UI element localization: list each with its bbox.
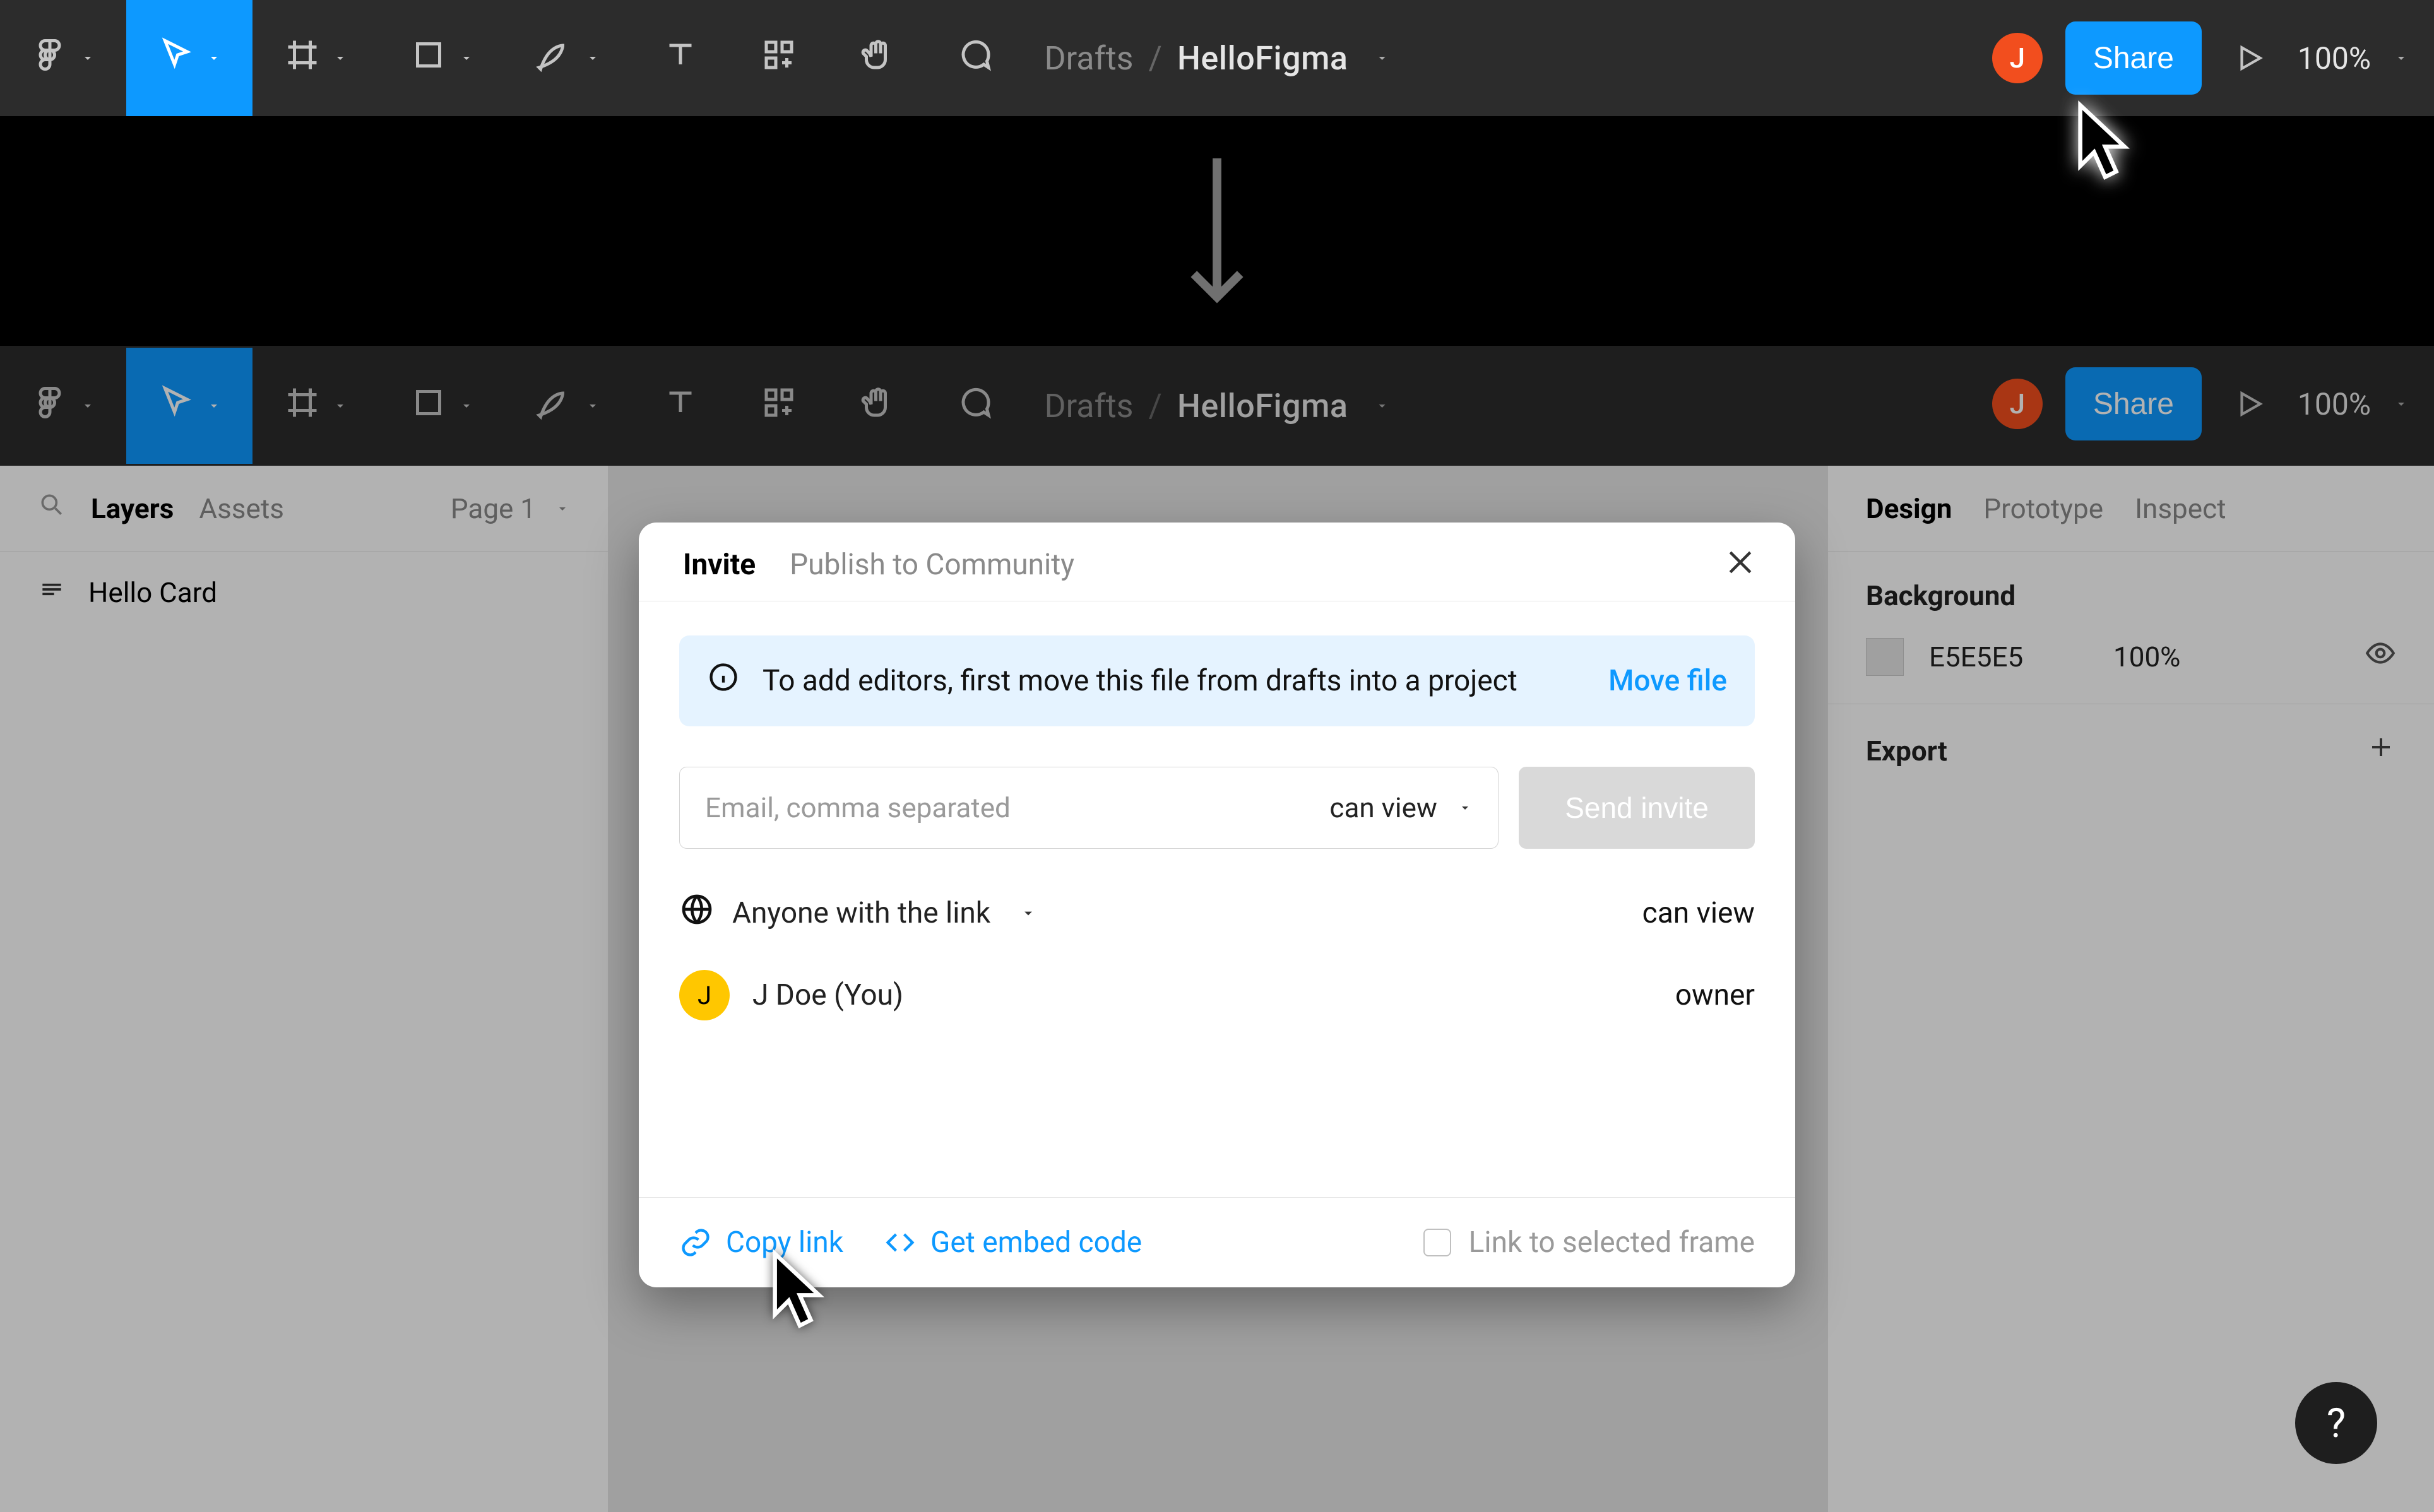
pen-tool[interactable] bbox=[505, 0, 631, 116]
transition-arrow-icon bbox=[1182, 145, 1252, 324]
topbar-upper: Drafts / HelloFigma J Share 100% bbox=[0, 0, 2434, 116]
breadcrumb[interactable]: Drafts / HelloFigma bbox=[1045, 39, 1390, 78]
link-icon bbox=[679, 1226, 712, 1259]
copy-link-button[interactable]: Copy link bbox=[679, 1226, 843, 1260]
comment-tool[interactable] bbox=[927, 0, 1025, 116]
avatar[interactable]: J bbox=[1992, 33, 2043, 83]
zoom-value: 100% bbox=[2298, 40, 2371, 76]
modal-body: To add editors, first move this file fro… bbox=[639, 601, 1795, 1197]
menu-button[interactable] bbox=[0, 0, 126, 116]
chevron-down-icon bbox=[585, 50, 600, 66]
tab-invite[interactable]: Invite bbox=[683, 548, 756, 582]
square-icon bbox=[410, 36, 448, 81]
share-modal: Invite Publish to Community To add edito… bbox=[639, 523, 1795, 1287]
resources-tool[interactable] bbox=[730, 0, 828, 116]
chevron-down-icon bbox=[206, 50, 222, 66]
user-name: J Doe (You) bbox=[752, 978, 903, 1012]
topbar-right: J Share 100% bbox=[1992, 0, 2409, 116]
info-banner: To add editors, first move this file fro… bbox=[679, 635, 1755, 726]
resources-icon bbox=[760, 36, 798, 81]
embed-code-button[interactable]: Get embed code bbox=[884, 1226, 1142, 1260]
send-invite-button[interactable]: Send invite bbox=[1519, 767, 1755, 849]
chevron-down-icon bbox=[459, 50, 474, 66]
code-icon bbox=[884, 1226, 917, 1259]
cursor-icon bbox=[157, 36, 195, 81]
frame-tool[interactable] bbox=[252, 0, 379, 116]
hand-tool[interactable] bbox=[828, 0, 927, 116]
pen-icon bbox=[536, 36, 574, 81]
invite-row: Email, comma separated can view Send inv… bbox=[679, 767, 1755, 849]
globe-icon bbox=[679, 892, 715, 935]
email-placeholder: Email, comma separated bbox=[705, 791, 1011, 824]
chevron-down-icon[interactable] bbox=[1019, 904, 1037, 922]
modal-footer: Copy link Get embed code Link to selecte… bbox=[639, 1197, 1795, 1287]
link-access-row: Anyone with the link can view bbox=[679, 892, 1755, 935]
present-button[interactable] bbox=[2224, 42, 2275, 74]
permission-dropdown[interactable]: can view bbox=[1329, 791, 1473, 824]
chevron-down-icon bbox=[2394, 50, 2409, 66]
zoom-control[interactable]: 100% bbox=[2298, 40, 2409, 76]
modal-tabs: Invite Publish to Community bbox=[639, 523, 1795, 601]
close-button[interactable] bbox=[1723, 545, 1757, 587]
chevron-down-icon bbox=[80, 50, 95, 66]
drafts-label: Drafts bbox=[1045, 39, 1134, 78]
checkbox[interactable] bbox=[1423, 1229, 1451, 1256]
move-tool[interactable] bbox=[126, 0, 252, 116]
help-button[interactable]: ? bbox=[2295, 1382, 2377, 1464]
shape-tool[interactable] bbox=[379, 0, 505, 116]
file-name: HelloFigma bbox=[1177, 39, 1348, 78]
frame-icon bbox=[283, 36, 321, 81]
user-role: owner bbox=[1675, 978, 1755, 1012]
info-icon bbox=[707, 661, 740, 701]
tab-publish[interactable]: Publish to Community bbox=[790, 548, 1074, 582]
breadcrumb-sep: / bbox=[1149, 39, 1162, 78]
hand-icon bbox=[858, 36, 896, 81]
user-avatar: J bbox=[679, 970, 730, 1020]
text-tool[interactable] bbox=[631, 0, 730, 116]
link-to-frame[interactable]: Link to selected frame bbox=[1423, 1226, 1755, 1260]
chevron-down-icon bbox=[1457, 800, 1473, 815]
chevron-down-icon bbox=[333, 50, 348, 66]
share-button[interactable]: Share bbox=[2065, 21, 2202, 95]
comment-icon bbox=[957, 36, 995, 81]
move-file-link[interactable]: Move file bbox=[1608, 664, 1727, 698]
figma-logo-icon bbox=[31, 36, 69, 81]
chevron-down-icon bbox=[1374, 50, 1389, 66]
link-permission[interactable]: can view bbox=[1642, 896, 1755, 930]
email-input[interactable]: Email, comma separated can view bbox=[679, 767, 1499, 849]
text-icon bbox=[662, 36, 699, 81]
banner-text: To add editors, first move this file fro… bbox=[763, 664, 1517, 698]
link-access-label[interactable]: Anyone with the link bbox=[732, 896, 990, 930]
user-row: J J Doe (You) owner bbox=[679, 970, 1755, 1056]
lower-state: Layers Assets Page 1 Hello Card Design P… bbox=[0, 346, 2434, 1512]
